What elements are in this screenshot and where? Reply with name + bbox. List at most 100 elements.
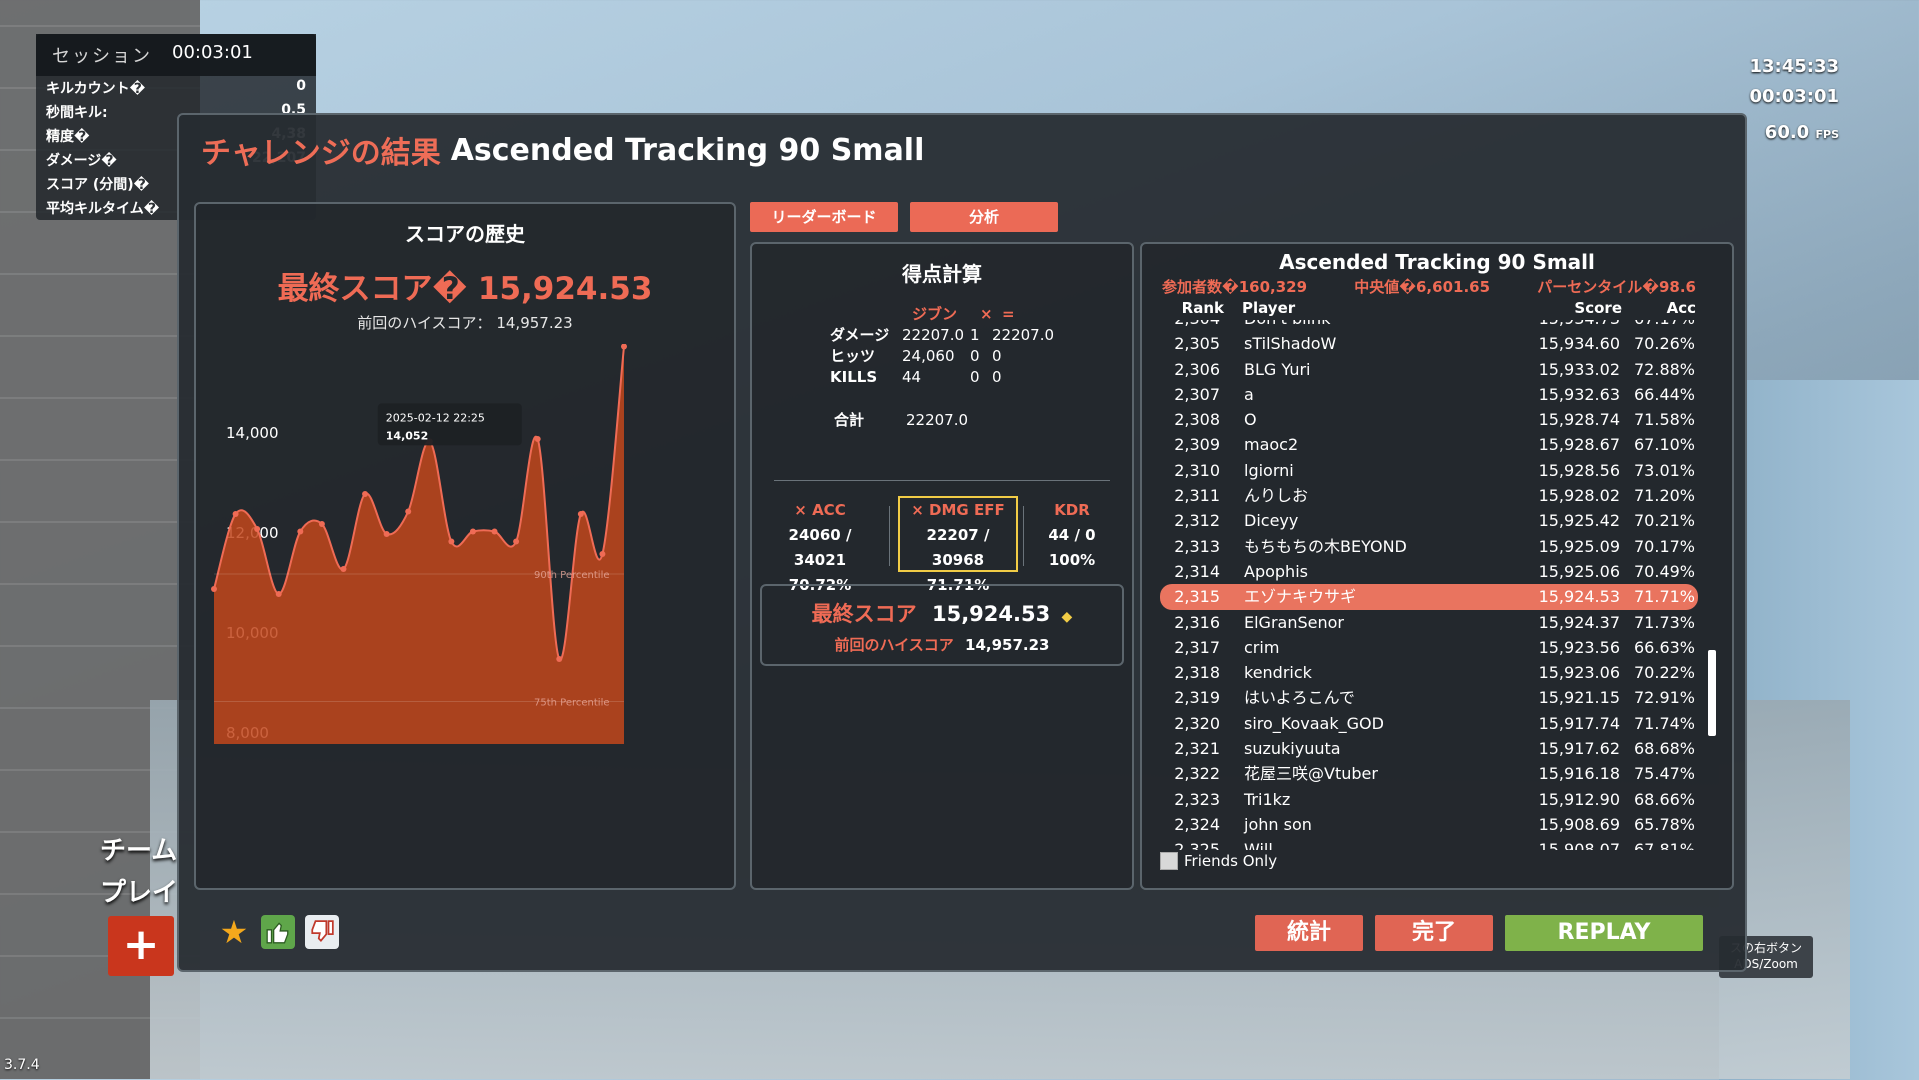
row-acc: 67.17% — [1634, 320, 1695, 331]
stat-label: キルカウント� — [46, 81, 146, 97]
history-final-score: 最終スコア� 15,924.53 — [196, 263, 734, 308]
leaderboard-row[interactable]: 2,311 んりしお 15,928.02 71.20% — [1160, 483, 1698, 508]
leaderboard-row[interactable]: 2,305 sTilShadoW 15,934.60 70.26% — [1160, 331, 1698, 356]
row-score: 15,934.60 — [1538, 334, 1620, 354]
calc-total-label: 合計 — [834, 411, 865, 429]
score-calc-panel: 得点計算 ジブン × = ダメージ 22207.0 1 22207.0 ヒッツ 2… — [750, 242, 1134, 890]
acc-ratio: 24060 / 34021 — [788, 526, 852, 569]
star-icon[interactable]: ★ — [217, 915, 251, 949]
row-score: 15,925.06 — [1538, 561, 1620, 581]
leaderboard-row[interactable]: 2,319 はいよろこんで 15,921.15 72.91% — [1160, 685, 1698, 710]
data-point — [211, 586, 217, 592]
leaderboard-row[interactable]: 2,321 suzukiyuuta 15,917.62 68.68% — [1160, 736, 1698, 761]
data-point — [232, 511, 239, 517]
leaderboard-row[interactable]: 2,312 Diceyy 15,925.42 70.21% — [1160, 508, 1698, 533]
leaderboard-row[interactable]: 2,310 lgiorni 15,928.56 73.01% — [1160, 458, 1698, 483]
row-acc: 70.26% — [1634, 334, 1696, 354]
stat-label: 平均キルタイム� — [46, 201, 160, 217]
stat-divider — [889, 506, 890, 566]
row-score: 15,921.15 — [1538, 688, 1620, 708]
col-acc: Acc — [1666, 299, 1696, 317]
row-player: 花屋三咲@Vtuber — [1244, 764, 1378, 784]
friends-only-toggle[interactable]: Friends Only — [1160, 852, 1277, 870]
plus-icon[interactable]: + — [108, 916, 174, 976]
leaderboard-row[interactable]: 2,313 もちもちの木BEYOND 15,925.09 70.17% — [1160, 534, 1698, 559]
final-score-box: 最終スコア 15,924.53 ◆ 前回のハイスコア 14,957.23 — [760, 584, 1124, 666]
thumb-up-icon[interactable] — [261, 915, 295, 949]
leaderboard-row[interactable]: 2,307 a 15,932.63 66.44% — [1160, 382, 1698, 407]
row-player: O — [1244, 410, 1257, 430]
calc-row-result: 22207.0 — [992, 326, 1055, 344]
row-rank: 2,304 — [1164, 320, 1244, 331]
leaderboard-row[interactable]: 2,309 maoc2 15,928.67 67.10% — [1160, 432, 1698, 457]
calc-table: ジブン × = ダメージ 22207.0 1 22207.0 ヒッツ 24,060… — [830, 304, 1062, 431]
leaderboard-columns: Rank Player Score Acc — [1142, 299, 1732, 317]
data-point — [254, 526, 261, 532]
row-player: もちもちの木BEYOND — [1244, 536, 1407, 556]
row-rank: 2,305 — [1174, 334, 1220, 354]
leaderboard-row[interactable]: 2,324 john son 15,908.69 65.78% — [1160, 812, 1698, 837]
leaderboard-row[interactable]: 2,317 crim 15,923.56 66.63% — [1160, 635, 1698, 660]
leaderboard-row[interactable]: 2,320 siro_Kovaak_GOD 15,917.74 71.74% — [1160, 711, 1698, 736]
thumb-down-icon[interactable] — [305, 915, 339, 949]
row-acc: 68.68% — [1634, 739, 1696, 759]
leaderboard-row[interactable]: 2,304 Don't blink 15,934.73 67.17% — [1160, 320, 1698, 331]
row-score: 15,928.56 — [1538, 460, 1620, 480]
leaderboard-row[interactable]: 2,318 kendrick 15,923.06 70.22% — [1160, 660, 1698, 685]
row-rank: 2,313 — [1174, 536, 1220, 556]
friends-only-checkbox[interactable] — [1160, 852, 1178, 870]
stats-button[interactable]: 統計 — [1255, 915, 1363, 951]
data-point — [275, 591, 282, 597]
percentile-label: 75th Percentile — [534, 698, 610, 709]
calc-title: 得点計算 — [902, 262, 982, 286]
replay-button[interactable]: REPLAY — [1505, 915, 1703, 951]
final-score-label: 最終スコア — [811, 602, 917, 626]
score-history-panel: スコアの歴史 最終スコア� 15,924.53 前回のハイスコア： 14,957… — [194, 202, 736, 890]
player-label: プレイ — [100, 878, 179, 908]
leaderboard-row[interactable]: 2,308 O 15,928.74 71.58% — [1160, 407, 1698, 432]
calc-header-self: ジブン — [912, 305, 958, 323]
leaderboard-row[interactable]: 2,306 BLG Yuri 15,933.02 72.88% — [1160, 357, 1698, 382]
leaderboard-row-self[interactable]: 2,315 エゾナキウサギ 15,924.53 71.71% — [1160, 584, 1698, 610]
row-rank: 2,319 — [1174, 688, 1220, 708]
leaderboard-row[interactable]: 2,322 花屋三咲@Vtuber 15,916.18 75.47% — [1160, 761, 1698, 786]
leaderboard-scrollbar[interactable] — [1708, 650, 1716, 736]
leaderboard-row[interactable]: 2,325 Will 15,908.07 67.81% — [1160, 837, 1698, 850]
row-score: 15,933.02 — [1538, 359, 1620, 379]
leaderboard-row[interactable]: 2,316 ElGranSenor 15,924.37 71.73% — [1160, 610, 1698, 635]
row-score: 15,925.09 — [1538, 536, 1620, 556]
data-point — [318, 521, 325, 527]
data-point — [340, 566, 347, 572]
calc-divider — [774, 480, 1110, 481]
y-tick-label: 14,000 — [226, 424, 279, 442]
row-score: 15,928.02 — [1538, 486, 1620, 506]
score-history-chart: 16,00014,00012,00010,0008,00090th Percen… — [211, 344, 627, 744]
calc-header: ジブン × = — [830, 304, 1062, 325]
row-rank: 2,320 — [1174, 713, 1220, 733]
col-player: Player — [1242, 299, 1296, 317]
history-final-value: 15,924.53 — [477, 271, 653, 307]
leaderboard-panel: Ascended Tracking 90 Small 参加者数�160,329 … — [1140, 242, 1734, 890]
row-score: 15,908.69 — [1538, 814, 1620, 834]
final-score-value: 15,924.53 — [931, 602, 1051, 626]
challenge-result-dialog: チャレンジの結果 Ascended Tracking 90 Small スコアの… — [177, 113, 1747, 972]
kdr-ratio: 44 / 0 — [1048, 526, 1096, 544]
col-rank: Rank — [1181, 299, 1224, 317]
leaderboard-row[interactable]: 2,314 Apophis 15,925.06 70.49% — [1160, 559, 1698, 584]
rating-icons: ★ — [217, 915, 339, 949]
median: 中央値�6,601.65 — [1354, 278, 1491, 296]
calc-row-result: 0 — [992, 347, 1002, 365]
done-button[interactable]: 完了 — [1375, 915, 1493, 951]
leaderboard-list[interactable]: 2,304 Don't blink 15,934.73 67.17%2,305 … — [1160, 320, 1698, 850]
row-acc: 71.74% — [1634, 713, 1696, 733]
stat-label: 精度� — [46, 129, 90, 145]
row-score: 15,924.53 — [1538, 587, 1620, 607]
diamond-icon: ◆ — [1061, 609, 1073, 625]
tab-leaderboard[interactable]: リーダーボード — [750, 202, 898, 232]
tab-analysis[interactable]: 分析 — [910, 202, 1058, 232]
row-rank: 2,312 — [1174, 511, 1220, 531]
row-rank: 2,324 — [1174, 814, 1220, 834]
calc-row-result: 0 — [992, 368, 1002, 386]
session-stat-row: キルカウント� 0 — [36, 76, 316, 100]
leaderboard-row[interactable]: 2,323 Tri1kz 15,912.90 68.66% — [1160, 787, 1698, 812]
